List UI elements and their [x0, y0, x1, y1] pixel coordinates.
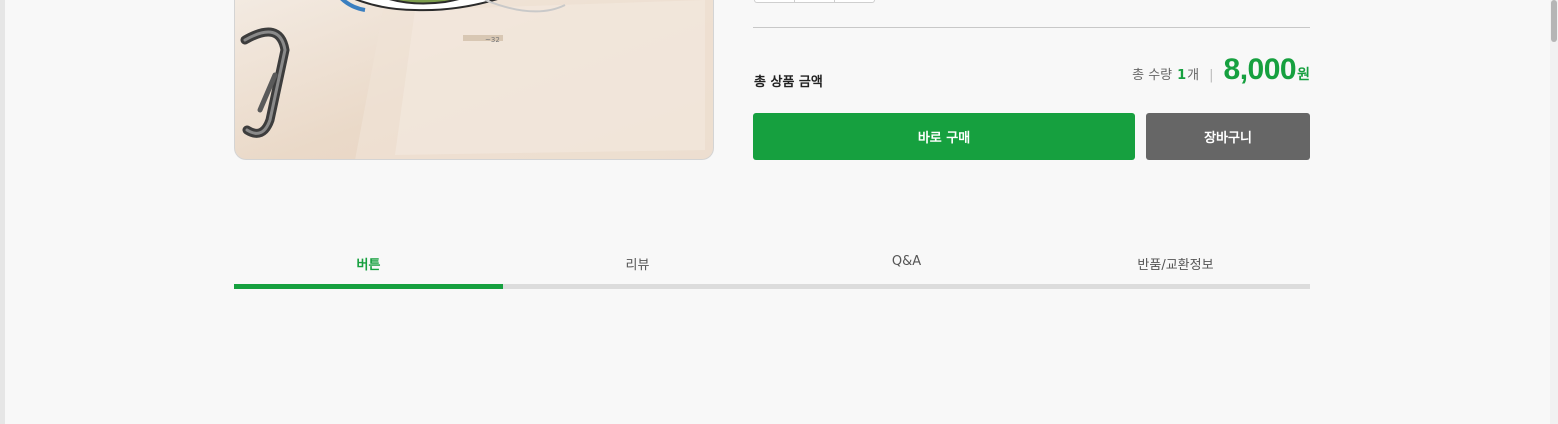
total-quantity-unit: 개: [1187, 68, 1200, 83]
scrollbar[interactable]: [1550, 0, 1558, 424]
total-price-label: 총 상품 금액: [754, 75, 823, 90]
tab-review[interactable]: 리뷰: [503, 243, 772, 289]
total-price-value: 8,000: [1223, 53, 1297, 86]
svg-text:~32: ~32: [485, 36, 500, 44]
total-summary: 총 수량 1 개 | 8,000 원: [1132, 53, 1310, 87]
summary-separator: |: [1209, 68, 1214, 83]
page-left-edge: [0, 0, 5, 424]
divider: [753, 27, 1310, 28]
tab-return-exchange[interactable]: 반품/교환정보: [1041, 243, 1310, 289]
quantity-stepper[interactable]: [754, 0, 875, 4]
total-quantity-label: 총 수량: [1132, 68, 1173, 83]
product-photo-icon: ~32: [240, 0, 713, 159]
total-price-unit: 원: [1297, 67, 1310, 83]
tab-button[interactable]: 버튼: [234, 243, 503, 289]
buy-now-button[interactable]: 바로 구매: [753, 113, 1135, 160]
scrollbar-thumb[interactable]: [1551, 0, 1557, 42]
quantity-decrease-button[interactable]: [754, 0, 795, 3]
tab-qna[interactable]: Q&A: [772, 243, 1041, 289]
quantity-increase-button[interactable]: [835, 0, 875, 3]
total-quantity-value: 1: [1177, 68, 1187, 83]
add-to-cart-button[interactable]: 장바구니: [1146, 113, 1310, 160]
product-image: ~32: [234, 0, 714, 160]
quantity-input[interactable]: [795, 0, 835, 3]
tab-active-indicator: [234, 284, 503, 289]
detail-tabs: 버튼 리뷰 Q&A 반품/교환정보: [234, 243, 1310, 289]
